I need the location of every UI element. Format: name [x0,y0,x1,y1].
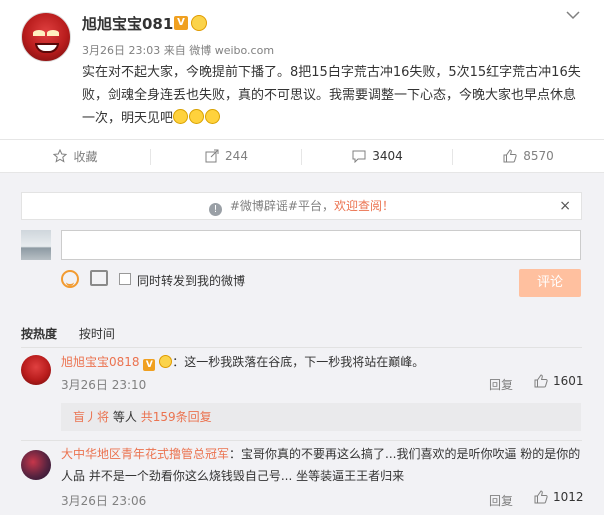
notice-text: #微博辟谣#平台， [229,199,334,213]
comment-body-continued: 人品 并不是一个劲看你这么烧钱毁自己号... 坐等装逼王王者归来 [61,465,581,487]
post-content: 实在对不起大家，今晚提前下播了。8把15白字荒古冲16失败，5次15红字荒古冲1… [82,61,582,130]
comment-like-count: 1601 [553,374,584,388]
verified-icon: V [143,359,156,371]
comment-body: 旭旭宝宝0818 V ：这一秒我跌落在谷底，下一秒我将站在巅峰。 [61,351,581,373]
crying-emoji [189,109,205,124]
crying-emoji [173,109,189,124]
comment-panel: ! #微博辟谣#平台，欢迎查阅！ × 同时转发到我的微博 评论 按热度 按时间 … [0,173,604,515]
favorite-button[interactable]: 收藏 [0,140,151,172]
reply-button[interactable]: 回复 [489,376,513,393]
thumbs-up-icon [503,149,517,163]
comment-text: ：宝哥你真的不要再这么搞了...我们喜欢的是听你吹逼 粉的是你的 [229,447,581,461]
comment-text: ：这一秒我跌落在谷底，下一秒我将站在巅峰。 [172,355,425,369]
comment-icon [352,150,366,163]
comment-text-continued: 人品 并不是一个劲看你这么烧钱毁自己号... 坐等装逼王王者归来 [61,469,405,483]
verified-icon: V [174,16,188,30]
divider [21,347,582,348]
author-avatar[interactable] [21,12,71,62]
like-count: 8570 [523,149,554,163]
comment-body: 大中华地区青年花式撸管总冠军：宝哥你真的不要再这么搞了...我们喜欢的是听你吹逼… [61,443,581,465]
post-source[interactable]: 微博 weibo.com [189,44,274,57]
star-icon [53,149,68,163]
comment-count: 3404 [372,149,403,163]
comment-avatar[interactable] [21,450,51,480]
comment-like-count: 1012 [553,490,584,504]
weibo-post: 旭旭宝宝0818 V 3月26日 23:03 来自 微博 weibo.com 实… [0,0,604,130]
comment-date: 3月26日 23:06 [61,494,147,508]
current-user-avatar [21,230,51,260]
comment-sort: 按热度 按时间 [21,325,115,342]
thumbs-up-icon [534,374,548,388]
sub-reply-count[interactable]: 共159条回复 [141,410,212,424]
submit-comment-button[interactable]: 评论 [519,269,581,297]
author-name[interactable]: 旭旭宝宝0818 [82,13,184,34]
info-icon: ! [209,203,223,216]
post-timestamp[interactable]: 3月26日 23:03 [82,44,160,57]
close-icon[interactable]: × [559,193,571,219]
sort-by-hot[interactable]: 按热度 [21,327,57,341]
repost-button[interactable]: 244 [151,140,302,172]
avatar-mouth [35,43,59,53]
avatar-eye-right [47,30,59,36]
comment-like-button[interactable]: 1012 [534,490,584,504]
like-button[interactable]: 8570 [453,140,604,172]
comment-avatar[interactable] [21,355,51,385]
repost-icon [205,149,219,163]
post-source-prefix: 来自 [163,44,186,57]
comment-input[interactable] [61,230,581,260]
favorite-label: 收藏 [73,149,98,164]
repost-count: 244 [225,149,248,163]
sub-reply-author[interactable]: 盲丿将 [73,410,109,424]
rumor-notice: ! #微博辟谣#平台，欢迎查阅！ × [21,192,582,220]
post-action-bar: 收藏 244 3404 8570 [0,139,604,173]
thumbs-up-icon [534,490,548,504]
divider [21,440,582,441]
image-upload-icon[interactable] [90,270,108,286]
notice-link[interactable]: 欢迎查阅！ [334,199,394,213]
comment-date: 3月26日 23:10 [61,378,147,392]
sort-by-time[interactable]: 按时间 [79,327,115,341]
emoji-picker-icon[interactable] [61,270,79,288]
reply-button[interactable]: 回复 [489,492,513,509]
comment-author[interactable]: 大中华地区青年花式撸管总冠军 [61,447,229,461]
sub-replies[interactable]: 盲丿将 等人 共159条回复 [61,403,581,431]
repost-checkbox[interactable] [119,273,131,285]
comment-button[interactable]: 3404 [302,140,453,172]
comment-like-button[interactable]: 1601 [534,374,584,388]
avatar-eye-left [33,30,45,36]
repost-checkbox-label[interactable]: 同时转发到我的微博 [137,272,245,289]
vip-crown-icon [159,355,173,368]
crying-emoji [205,109,221,124]
sub-reply-mid: 等人 [112,410,137,424]
post-text: 实在对不起大家，今晚提前下播了。8把15白字荒古冲16失败，5次15红字荒古冲1… [82,65,581,126]
vip-crown-icon [191,15,207,31]
comment-author[interactable]: 旭旭宝宝0818 [61,355,140,369]
chevron-down-icon[interactable] [566,10,580,20]
post-meta: 3月26日 23:03 来自 微博 weibo.com [82,42,274,58]
